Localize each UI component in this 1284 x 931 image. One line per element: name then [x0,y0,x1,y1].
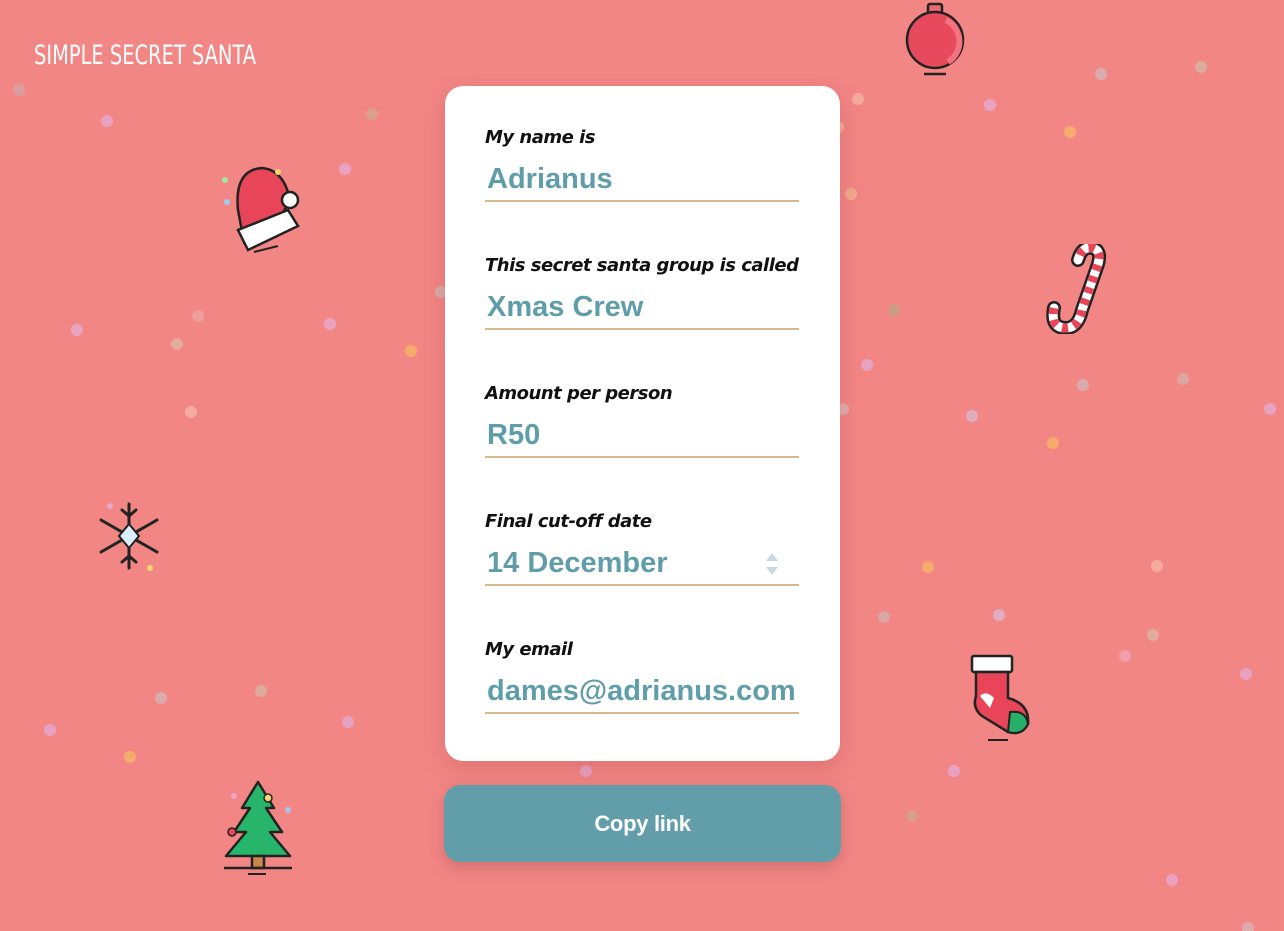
group-name-field: This secret santa group is called Xmas C… [485,254,799,330]
cutoff-date-field: Final cut-off date 14 December [485,510,799,586]
group-name-label: This secret santa group is called [485,255,799,276]
snowflake-icon [99,502,159,571]
amount-label: Amount per person [485,383,673,404]
secret-santa-form: My name is Adrianus This secret santa gr… [445,86,840,761]
email-field: My email dames@adrianus.com [485,638,799,714]
select-arrows-icon[interactable] [765,551,779,577]
amount-input[interactable]: R50 [485,414,799,458]
cutoff-date-label: Final cut-off date [485,511,652,532]
santa-hat-icon [222,166,300,253]
ornament-icon [905,2,965,76]
name-label: My name is [485,127,596,148]
cutoff-date-value: 14 December [487,547,668,579]
email-label: My email [485,639,573,660]
app-logo: Simple Secret Santa [34,40,257,71]
email-input[interactable]: dames@adrianus.com [485,670,799,714]
christmas-tree-icon [224,780,292,875]
group-name-input[interactable]: Xmas Crew [485,286,799,330]
cutoff-date-select[interactable]: 14 December [485,542,799,586]
name-field: My name is Adrianus [485,126,799,202]
copy-link-button[interactable]: Copy link [444,785,841,862]
name-input[interactable]: Adrianus [485,158,799,202]
amount-field: Amount per person R50 [485,382,799,458]
candy-cane-icon [1046,244,1107,334]
stocking-icon [970,654,1030,741]
